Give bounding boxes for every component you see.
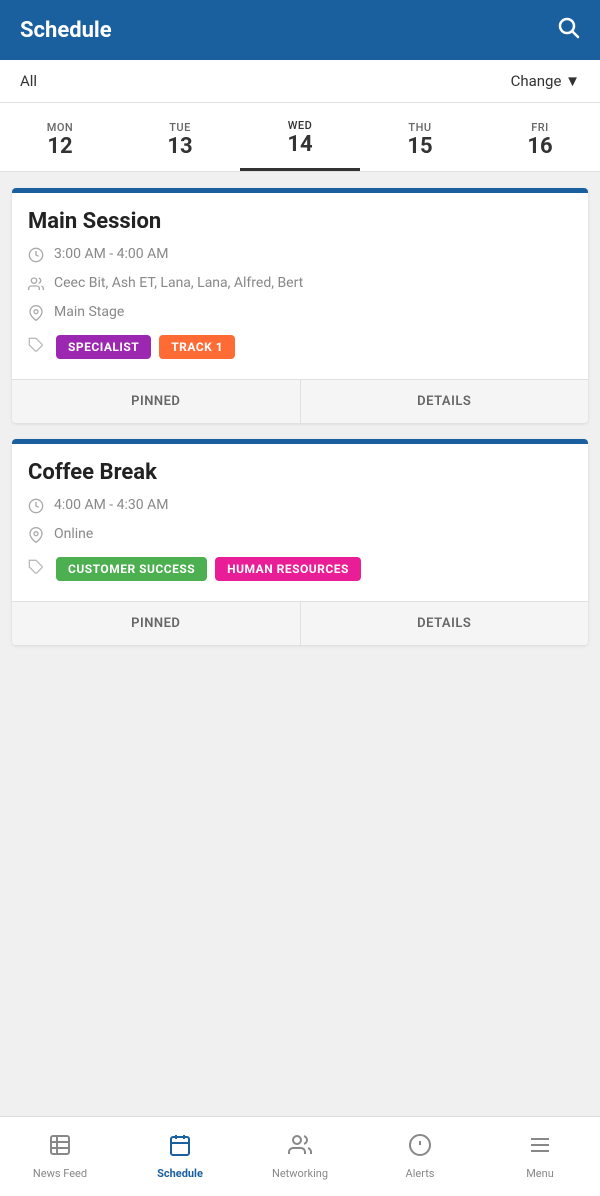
card-actions: PINNED DETAILS [12,379,588,423]
pinned-button[interactable]: PINNED [12,602,301,645]
card-actions: PINNED DETAILS [12,601,588,645]
clock-icon [28,498,44,518]
session-speakers: Ceec Bit, Ash ET, Lana, Lana, Alfred, Be… [54,275,303,291]
speakers-icon [28,276,44,296]
card-body: Main Session 3:00 AM - 4:00 AM [12,193,588,379]
tag-customer-success: CUSTOMER SUCCESS [56,557,207,581]
news-feed-icon [48,1133,72,1163]
tag-icon [28,559,44,579]
location-icon [28,305,44,325]
nav-schedule-label: Schedule [157,1167,203,1180]
speakers-row: Ceec Bit, Ash ET, Lana, Lana, Alfred, Be… [28,275,572,296]
session-title: Coffee Break [28,460,572,485]
location-row: Main Stage [28,304,572,325]
session-location: Online [54,526,93,542]
header-title: Schedule [20,18,112,43]
tag-specialist: SPECIALIST [56,335,151,359]
filter-all-label: All [20,72,37,90]
card-body: Coffee Break 4:00 AM - 4:30 AM [12,444,588,601]
header: Schedule [0,0,600,60]
session-title: Main Session [28,209,572,234]
details-button[interactable]: DETAILS [301,380,589,423]
details-button[interactable]: DETAILS [301,602,589,645]
tags-row: CUSTOMER SUCCESS HUMAN RESOURCES [28,557,572,581]
clock-icon [28,247,44,267]
content-area: Main Session 3:00 AM - 4:00 AM [0,172,600,872]
nav-news-feed[interactable]: News Feed [0,1125,120,1188]
day-monday[interactable]: MON 12 [0,113,120,170]
session-card-main-session: Main Session 3:00 AM - 4:00 AM [12,188,588,423]
nav-alerts-label: Alerts [406,1167,435,1180]
day-wednesday[interactable]: WED 14 [240,111,360,171]
search-icon[interactable] [556,15,580,45]
location-row: Online [28,526,572,547]
filter-bar: All Change ▼ [0,60,600,103]
tag-icon [28,337,44,357]
day-tuesday[interactable]: TUE 13 [120,113,240,170]
filter-change-button[interactable]: Change ▼ [511,72,580,90]
networking-icon [288,1133,312,1163]
location-icon [28,527,44,547]
tag-track1: TRACK 1 [159,335,235,359]
day-selector: MON 12 TUE 13 WED 14 THU 15 FRI 16 [0,103,600,172]
session-location: Main Stage [54,304,124,320]
schedule-icon [168,1133,192,1163]
nav-menu-label: Menu [526,1167,554,1180]
nav-networking-label: Networking [272,1167,328,1180]
day-friday[interactable]: FRI 16 [480,113,600,170]
session-card-coffee-break: Coffee Break 4:00 AM - 4:30 AM [12,439,588,645]
session-time: 3:00 AM - 4:00 AM [54,246,168,262]
tags-row: SPECIALIST TRACK 1 [28,335,572,359]
bottom-nav: News Feed Schedule Networking [0,1116,600,1196]
alerts-icon [408,1133,432,1163]
nav-alerts[interactable]: Alerts [360,1125,480,1188]
nav-menu[interactable]: Menu [480,1125,600,1188]
nav-news-feed-label: News Feed [33,1167,87,1180]
nav-schedule[interactable]: Schedule [120,1125,240,1188]
time-row: 4:00 AM - 4:30 AM [28,497,572,518]
pinned-button[interactable]: PINNED [12,380,301,423]
day-thursday[interactable]: THU 15 [360,113,480,170]
session-time: 4:00 AM - 4:30 AM [54,497,168,513]
time-row: 3:00 AM - 4:00 AM [28,246,572,267]
menu-icon [528,1133,552,1163]
nav-networking[interactable]: Networking [240,1125,360,1188]
tag-human-resources: HUMAN RESOURCES [215,557,361,581]
